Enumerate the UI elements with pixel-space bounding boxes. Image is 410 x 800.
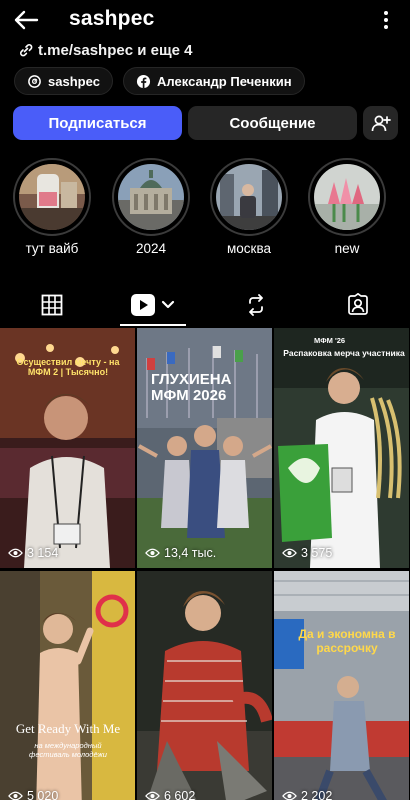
reel-view-count: 3 154 (27, 546, 59, 560)
highlight-label: new (334, 241, 360, 256)
highlight-cover (118, 164, 184, 230)
highlight-item[interactable]: москва (209, 158, 289, 256)
highlight-ring (13, 158, 91, 236)
eye-icon (282, 791, 297, 800)
highlight-ring (112, 158, 190, 236)
profile-link-text: t.me/sashpec и еще 4 (38, 41, 193, 59)
eye-icon (8, 791, 23, 800)
profile-links[interactable]: t.me/sashpec и еще 4 (18, 40, 192, 60)
profile-username: sashpec (69, 7, 155, 30)
highlight-item[interactable]: тут вайб (12, 158, 92, 256)
tab-reposts[interactable] (226, 283, 286, 327)
reel-thumbnail[interactable]: МФМ '26 Распаковка мерча участника 3 575 (274, 328, 409, 568)
highlight-item[interactable]: 2024 (111, 158, 191, 256)
tab-reels[interactable] (120, 283, 186, 327)
grid-icon (41, 294, 63, 316)
reel-thumbnail[interactable]: Осуществил мечту - на МФМ 2 | Тысячно! 3… (0, 328, 135, 568)
highlight-ring (210, 158, 288, 236)
message-button[interactable]: Сообщение (188, 106, 357, 140)
reel-views: 3 575 (282, 546, 332, 560)
more-vertical-icon (384, 11, 388, 29)
eye-icon (8, 548, 23, 558)
reel-views: 6 602 (145, 789, 195, 800)
reel-view-count: 13,4 тыс. (164, 546, 217, 560)
story-highlights: тут вайб 2024 москва new (0, 158, 410, 262)
reel-caption: Да и экономна в рассрочку (298, 627, 396, 656)
more-options-button[interactable] (376, 8, 396, 32)
threads-icon (28, 74, 41, 88)
facebook-icon (136, 74, 151, 88)
profile-actions: Подписаться Сообщение (13, 106, 399, 142)
reel-views: 13,4 тыс. (145, 546, 216, 560)
facebook-chip[interactable]: Александр Печенкин (123, 67, 305, 95)
active-tab-indicator (120, 324, 186, 326)
highlight-ring (308, 158, 386, 236)
subscribe-button[interactable]: Подписаться (13, 106, 182, 140)
eye-icon (145, 791, 160, 800)
add-user-icon (371, 115, 391, 132)
reel-thumbnail[interactable]: Get Ready With Me на международный фести… (0, 571, 135, 800)
reel-caption: Осуществил мечту - на МФМ 2 | Тысячно! (16, 357, 120, 377)
tab-tagged[interactable] (328, 283, 388, 327)
reel-thumbnail[interactable]: 6 602 (137, 571, 272, 800)
reel-view-count: 5 020 (27, 789, 59, 800)
reel-view-count: 2 202 (301, 789, 333, 800)
highlight-label: тут вайб (25, 241, 79, 256)
reel-view-count: 6 602 (164, 789, 196, 800)
highlight-label: москва (227, 241, 271, 256)
reel-views: 5 020 (8, 789, 58, 800)
reel-thumbnail[interactable]: Да и экономна в рассрочку 2 202 (274, 571, 409, 800)
reel-views: 3 154 (8, 546, 58, 560)
threads-chip-label: sashpec (48, 73, 101, 89)
reel-image (274, 571, 409, 800)
profile-tabs (0, 283, 410, 327)
reel-subcaption: на международный фестиваль молодёжи (29, 741, 107, 759)
facebook-chip-label: Александр Печенкин (157, 73, 292, 89)
highlight-cover (216, 164, 282, 230)
tab-posts-grid[interactable] (22, 283, 82, 327)
highlight-label: 2024 (135, 241, 167, 256)
reel-view-count: 3 575 (301, 546, 333, 560)
threads-chip[interactable]: sashpec (14, 67, 114, 95)
highlight-cover (19, 164, 85, 230)
reels-icon (131, 294, 175, 316)
reel-caption: ГЛУХИЕНА МФМ 2026 (151, 371, 232, 404)
reel-image (137, 328, 272, 568)
reel-caption: Get Ready With Me (15, 721, 121, 736)
add-user-button[interactable] (363, 106, 398, 140)
reel-image (137, 571, 272, 800)
tagged-icon (348, 293, 368, 315)
top-bar: sashpec (0, 0, 410, 40)
reel-image (0, 571, 135, 800)
eye-icon (145, 548, 160, 558)
repost-icon (249, 294, 263, 316)
link-icon (20, 44, 33, 57)
reel-thumbnail[interactable]: ГЛУХИЕНА МФМ 2026 13,4 тыс. (137, 328, 272, 568)
reel-image (274, 328, 409, 568)
reel-views: 2 202 (282, 789, 332, 800)
back-button[interactable] (12, 6, 40, 34)
reel-badge: МФМ '26 (314, 336, 346, 345)
eye-icon (282, 548, 297, 558)
reel-caption: Распаковка мерча участника (283, 348, 405, 358)
reels-grid: Осуществил мечту - на МФМ 2 | Тысячно! 3… (0, 328, 410, 800)
arrow-left-icon (14, 10, 39, 30)
highlight-cover (314, 164, 380, 230)
profile-chips: sashpec Александр Печенкин (14, 67, 305, 95)
highlight-item[interactable]: new (307, 158, 387, 256)
